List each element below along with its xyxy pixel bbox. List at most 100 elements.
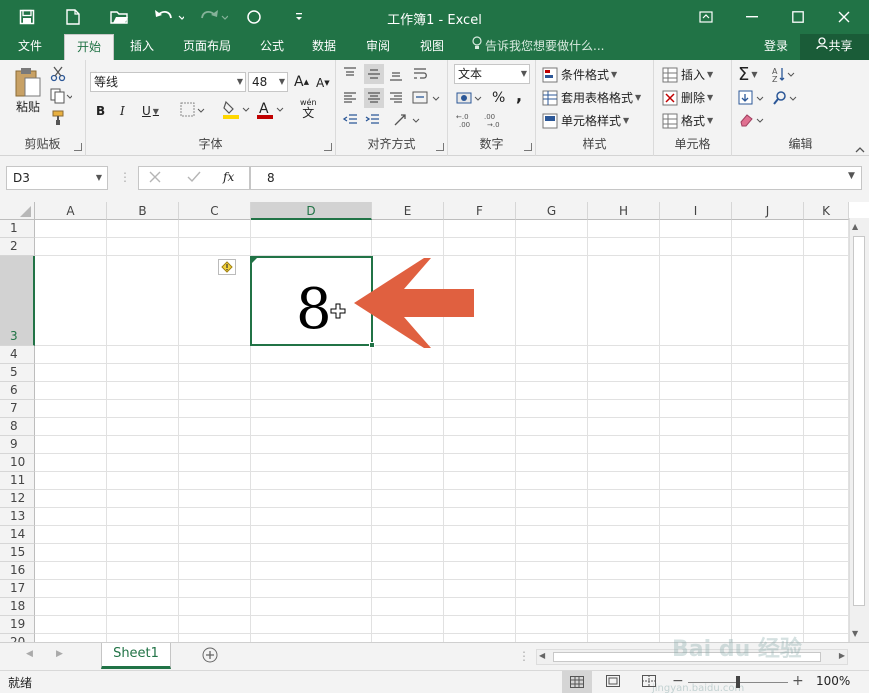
format-as-table-button[interactable]: 套用表格格式 ▼ [542,89,641,106]
zoom-level[interactable]: 100% [816,674,850,688]
column-header-I[interactable]: I [660,202,732,220]
number-format-select[interactable]: 文本 ▼ [454,64,530,84]
row-header-3[interactable]: 3 [0,256,35,346]
align-middle-icon[interactable] [364,64,384,84]
column-header-C[interactable]: C [179,202,251,220]
insert-cells-button[interactable]: 插入 ▼ [662,66,713,83]
align-center-icon[interactable] [364,88,384,108]
enter-icon[interactable] [187,171,201,183]
prev-sheet-icon[interactable]: ◀ [26,649,33,659]
cancel-icon[interactable] [149,171,161,183]
increase-decimal-icon[interactable]: ←.0.00 [456,112,478,128]
bold-button[interactable]: B [96,104,105,118]
zoom-out-icon[interactable]: − [672,673,684,689]
format-cells-button[interactable]: 格式 ▼ [662,112,713,129]
align-right-icon[interactable] [388,90,404,106]
copy-icon[interactable] [50,88,72,104]
font-color-icon[interactable]: A [256,100,284,120]
column-header-D[interactable]: D [251,202,372,220]
row-header-5[interactable]: 5 [0,364,35,382]
insert-function-button[interactable]: fx [223,170,234,184]
tab-data[interactable]: 数据 [302,34,346,60]
page-break-view-icon[interactable] [642,675,656,687]
column-header-A[interactable]: A [35,202,107,220]
row-header-4[interactable]: 4 [0,346,35,364]
drag-handle-icon[interactable]: ⋮ [119,170,131,184]
row-header-1[interactable]: 1 [0,220,35,238]
row-header-13[interactable]: 13 [0,508,35,526]
font-launcher-icon[interactable] [324,143,332,151]
zoom-in-icon[interactable]: + [792,673,804,689]
scroll-left-icon[interactable]: ◀ [539,651,545,660]
clipboard-launcher-icon[interactable] [74,143,82,151]
align-top-icon[interactable] [342,66,358,82]
row-header-14[interactable]: 14 [0,526,35,544]
tab-view[interactable]: 视图 [410,34,454,60]
select-all-corner[interactable] [0,202,35,220]
row-header-7[interactable]: 7 [0,400,35,418]
column-header-G[interactable]: G [516,202,588,220]
fill-color-icon[interactable] [222,100,250,120]
row-header-10[interactable]: 10 [0,454,35,472]
merge-center-icon[interactable] [412,90,442,106]
column-header-H[interactable]: H [588,202,660,220]
split-handle-icon[interactable]: ⋮ [518,649,530,663]
share-button[interactable]: 共享 [800,34,869,60]
autosum-icon[interactable]: Σ ▼ [738,64,758,85]
decrease-decimal-icon[interactable]: .00 →.0 [484,112,506,128]
column-header-E[interactable]: E [372,202,444,220]
decrease-indent-icon[interactable] [342,112,358,128]
row-header-17[interactable]: 17 [0,580,35,598]
cut-icon[interactable] [50,66,66,82]
percent-button[interactable]: % [492,90,505,106]
zoom-slider-thumb[interactable] [736,676,740,688]
ribbon-display-icon[interactable] [684,0,728,34]
row-header-15[interactable]: 15 [0,544,35,562]
tell-me-search[interactable]: 告诉我您想要做什么... [472,34,604,60]
worksheet-grid[interactable]: ABCDEFGHIJK 1 2 3 4 5 6 7 8 9 10 11 12 13 14 15 16 17 18 1… [0,202,869,642]
delete-cells-button[interactable]: 删除 ▼ [662,89,713,106]
phonetic-guide-button[interactable]: wén 文 [300,98,317,119]
row-header-12[interactable]: 12 [0,490,35,508]
formula-input[interactable]: 8 [250,166,862,190]
page-layout-view-icon[interactable] [606,675,620,687]
clear-icon[interactable] [738,112,766,128]
login-link[interactable]: 登录 [764,34,788,59]
column-header-J[interactable]: J [732,202,804,220]
sheet-tab-sheet1[interactable]: Sheet1 [101,643,171,669]
tab-insert[interactable]: 插入 [118,34,166,60]
wrap-text-icon[interactable] [412,66,430,82]
row-header-11[interactable]: 11 [0,472,35,490]
orientation-icon[interactable] [392,112,422,128]
accounting-icon[interactable] [456,90,484,106]
row-header-16[interactable]: 16 [0,562,35,580]
tab-review[interactable]: 审阅 [356,34,400,60]
conditional-formatting-button[interactable]: 条件格式 ▼ [542,66,617,83]
close-icon[interactable] [822,0,866,34]
column-header-B[interactable]: B [107,202,179,220]
expand-formula-icon[interactable]: ▼ [848,171,855,181]
column-header-K[interactable]: K [804,202,849,220]
decrease-font-icon[interactable]: A ▼ [316,76,330,90]
row-header-2[interactable]: 2 [0,238,35,256]
font-name-select[interactable]: 等线 ▼ [90,72,246,92]
sort-filter-icon[interactable]: AZ [772,66,802,82]
scroll-right-icon[interactable]: ▶ [839,651,845,660]
minimize-icon[interactable] [730,0,774,34]
row-header-18[interactable]: 18 [0,598,35,616]
next-sheet-icon[interactable]: ▶ [56,649,63,659]
column-header-F[interactable]: F [444,202,516,220]
name-box[interactable]: D3 ▼ [6,166,108,190]
row-header-6[interactable]: 6 [0,382,35,400]
cell-styles-button[interactable]: 单元格样式 ▼ [542,112,629,129]
tab-home[interactable]: 开始 [64,34,114,60]
paste-button[interactable]: 粘贴 [8,66,48,122]
align-left-icon[interactable] [342,90,358,106]
scroll-up-icon[interactable]: ▲ [852,222,858,231]
align-bottom-icon[interactable] [388,66,404,82]
tab-file[interactable]: 文件 [6,34,54,60]
font-size-select[interactable]: 48 ▼ [248,72,288,92]
scroll-down-icon[interactable]: ▼ [852,629,858,638]
increase-font-icon[interactable]: A ▲ [294,74,309,90]
alignment-launcher-icon[interactable] [436,143,444,151]
